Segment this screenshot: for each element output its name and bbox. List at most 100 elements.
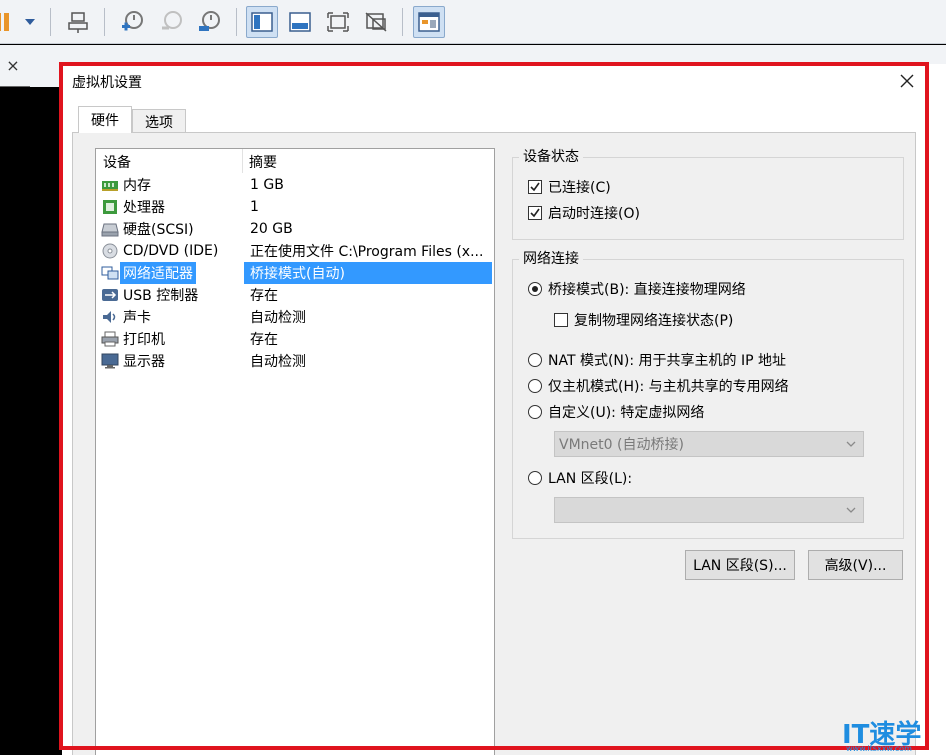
radio-circle xyxy=(528,405,542,419)
device-row-display[interactable]: 显示器 自动检测 xyxy=(98,350,492,372)
device-name: 处理器 xyxy=(123,200,165,216)
device-row-processor[interactable]: 处理器 1 xyxy=(98,196,492,218)
cd-dvd-icon xyxy=(102,243,118,259)
column-divider xyxy=(242,149,243,173)
unity-button[interactable] xyxy=(360,6,392,38)
pause-button[interactable] xyxy=(0,6,14,38)
device-summary: 桥接模式(自动) xyxy=(244,262,492,284)
nat-radio[interactable]: NAT 模式(N): 用于共享主机的 IP 地址 xyxy=(528,350,786,370)
take-snapshot-button[interactable] xyxy=(116,6,148,38)
toolbar-separator xyxy=(402,8,403,36)
quick-switch-button[interactable] xyxy=(284,6,316,38)
send-ctrl-alt-del-button[interactable] xyxy=(62,6,94,38)
device-summary: 存在 xyxy=(250,332,278,348)
network-adapter-icon xyxy=(101,266,119,280)
host-only-radio[interactable]: 仅主机模式(H): 与主机共享的专用网络 xyxy=(528,376,789,396)
pause-icon xyxy=(0,13,9,31)
advanced-button[interactable]: 高级(V)... xyxy=(808,550,903,580)
toolbar-separator xyxy=(104,8,105,36)
device-summary: 自动检测 xyxy=(250,354,306,370)
console-view-icon xyxy=(251,12,273,32)
nat-label: NAT 模式(N): 用于共享主机的 IP 地址 xyxy=(548,353,786,369)
lan-segment-select[interactable] xyxy=(554,497,864,523)
console-view-button[interactable] xyxy=(246,6,278,38)
snapshot-take-icon xyxy=(122,11,143,31)
power-dropdown[interactable] xyxy=(18,6,42,38)
thumbnail-view-button[interactable] xyxy=(413,6,445,38)
close-tab-button[interactable]: × xyxy=(2,54,24,76)
host-only-label: 仅主机模式(H): 与主机共享的专用网络 xyxy=(548,379,789,395)
revert-snapshot-button[interactable] xyxy=(155,6,187,38)
device-summary: 存在 xyxy=(250,288,278,304)
toolbar xyxy=(0,0,946,44)
snapshot-manager-button[interactable] xyxy=(193,6,225,38)
device-row-usb-controller[interactable]: USB 控制器 存在 xyxy=(98,284,492,306)
hardware-tab-page: 设备 摘要 内存 1 GB 处理器 1 硬盘(SCSI) 20 GB CD/DV… xyxy=(72,132,916,755)
close-icon: × xyxy=(6,55,20,75)
checkbox-box xyxy=(528,180,542,194)
device-summary: 1 GB xyxy=(250,177,284,193)
toolbar-separator xyxy=(236,8,237,36)
checkmark-icon xyxy=(530,208,540,218)
custom-radio[interactable]: 自定义(U): 特定虚拟网络 xyxy=(528,402,704,422)
toolbar-separator xyxy=(50,8,51,36)
checkbox-box xyxy=(554,313,568,327)
device-row-hard-disk[interactable]: 硬盘(SCSI) 20 GB xyxy=(98,218,492,240)
column-header-summary[interactable]: 摘要 xyxy=(249,152,277,172)
replicate-state-checkbox[interactable]: 复制物理网络连接状态(P) xyxy=(554,310,733,330)
device-status-title: 设备状态 xyxy=(519,148,583,166)
dialog-title: 虚拟机设置 xyxy=(72,75,142,91)
device-row-network-adapter[interactable]: 网络适配器 桥接模式(自动) xyxy=(98,262,492,284)
network-connection-title: 网络连接 xyxy=(519,250,583,268)
connect-on-start-checkbox[interactable]: 启动时连接(O) xyxy=(528,203,640,223)
device-row-memory[interactable]: 内存 1 GB xyxy=(98,174,492,196)
device-name: 内存 xyxy=(123,178,151,194)
sound-card-icon xyxy=(103,311,116,323)
radio-circle xyxy=(528,471,542,485)
lan-segments-button[interactable]: LAN 区段(S)... xyxy=(685,550,795,580)
device-name: 声卡 xyxy=(123,310,151,326)
device-row-printer[interactable]: 打印机 存在 xyxy=(98,328,492,350)
usb-icon xyxy=(102,289,118,301)
display-icon xyxy=(101,353,119,369)
dialog-close-button[interactable] xyxy=(896,70,918,92)
checkmark-icon xyxy=(530,182,540,192)
fullscreen-button[interactable] xyxy=(322,6,354,38)
device-row-cd-dvd[interactable]: CD/DVD (IDE) 正在使用文件 C:\Program Files (x.… xyxy=(98,240,492,262)
snapshot-manager-icon xyxy=(199,11,220,31)
device-status-group: 设备状态 已连接(C) 启动时连接(O) xyxy=(512,148,904,240)
bridged-radio[interactable]: 桥接模式(B): 直接连接物理网络 xyxy=(528,279,746,299)
device-summary: 1 xyxy=(250,199,259,215)
connected-checkbox[interactable]: 已连接(C) xyxy=(528,177,611,197)
chevron-down-icon xyxy=(846,507,856,513)
connected-label: 已连接(C) xyxy=(548,180,611,196)
dropdown-arrow-icon xyxy=(25,19,35,25)
device-list[interactable]: 设备 摘要 内存 1 GB 处理器 1 硬盘(SCSI) 20 GB CD/DV… xyxy=(95,148,495,755)
lan-segment-label: LAN 区段(L): xyxy=(548,471,633,487)
unity-icon xyxy=(365,12,387,32)
device-summary: 正在使用文件 C:\Program Files (x... xyxy=(250,244,484,260)
quick-switch-icon xyxy=(289,12,311,32)
fullscreen-icon xyxy=(327,12,349,32)
thumbnail-view-icon xyxy=(418,12,440,32)
column-header-device[interactable]: 设备 xyxy=(103,152,131,172)
device-name: 显示器 xyxy=(123,354,165,370)
close-icon xyxy=(900,74,914,88)
radio-circle xyxy=(528,353,542,367)
device-row-sound-card[interactable]: 声卡 自动检测 xyxy=(98,306,492,328)
custom-network-select[interactable]: VMnet0 (自动桥接) xyxy=(554,431,864,457)
chevron-down-icon xyxy=(846,441,856,447)
hard-disk-icon xyxy=(101,223,119,237)
device-name: 网络适配器 xyxy=(120,262,196,284)
vm-settings-dialog: 虚拟机设置 硬件 选项 设备 摘要 内存 1 GB 处理器 1 硬盘(SCSI) xyxy=(62,64,946,755)
replicate-state-label: 复制物理网络连接状态(P) xyxy=(574,313,734,329)
network-connection-group: 网络连接 桥接模式(B): 直接连接物理网络 复制物理网络连接状态(P) NAT… xyxy=(512,250,904,539)
cpu-icon xyxy=(103,200,117,214)
printer-icon xyxy=(101,331,119,347)
tab-hardware[interactable]: 硬件 xyxy=(78,106,132,133)
radio-dot xyxy=(532,286,538,292)
memory-icon xyxy=(102,181,118,191)
radio-circle xyxy=(528,282,542,296)
lan-segment-radio[interactable]: LAN 区段(L): xyxy=(528,468,632,488)
tab-options[interactable]: 选项 xyxy=(132,109,186,133)
